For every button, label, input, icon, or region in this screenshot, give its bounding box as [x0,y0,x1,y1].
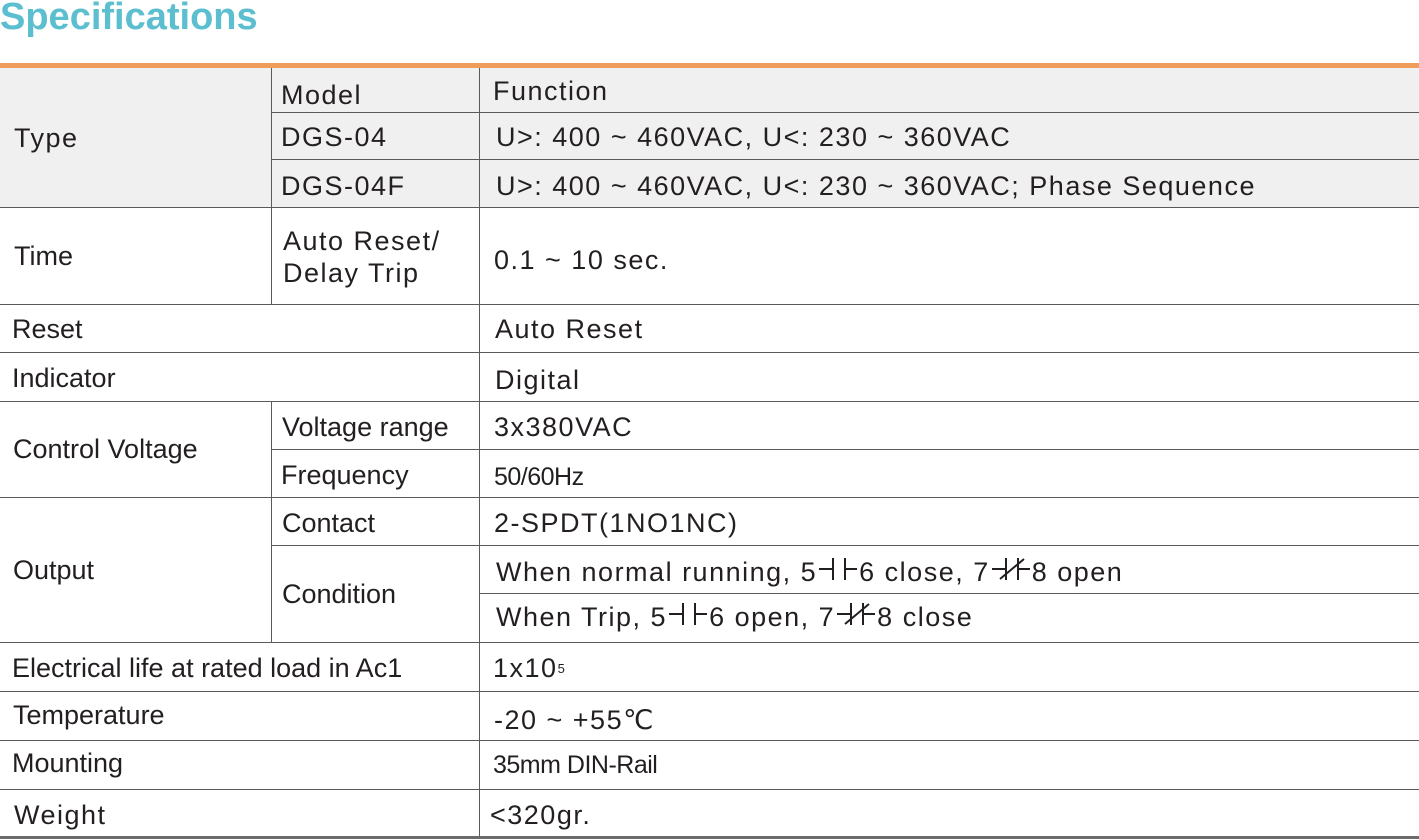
grid-line [0,789,1419,790]
indicator-value: Digital [495,364,581,395]
temperature-value: -20 ~ +55℃ [494,704,655,735]
condition-normal-suffix: 8 open [1031,556,1124,587]
condition-trip-mid: 6 open, 7 [709,601,836,632]
model-dgs-04f: DGS-04F [281,170,406,201]
contact-value: 2-SPDT(1NO1NC) [494,507,739,538]
table-bottom-rule [0,836,1419,839]
grid-line [272,159,1419,160]
grid-line [0,740,1419,741]
mounting-label: Mounting [12,747,124,778]
grid-line [0,352,1419,353]
function-dgs-04: U>: 400 ~ 460VAC, U<: 230 ~ 360VAC [496,121,1012,152]
electrical-life-label: Electrical life at rated load in Ac1 [12,652,403,683]
output-label: Output [13,554,95,585]
indicator-label: Indicator [12,362,116,393]
condition-trip-prefix: When Trip, 5 [496,601,668,632]
control-voltage-label: Control Voltage [13,433,198,464]
voltage-range-label: Voltage range [282,411,449,442]
condition-trip-suffix: 8 close [877,601,974,632]
reset-value: Auto Reset [495,313,644,344]
grid-line [272,545,1419,546]
condition-normal-running: When normal running, 5 6 close, 7 8 open [496,549,1123,595]
model-dgs-04: DGS-04 [281,121,388,152]
function-header: Function [493,75,609,106]
grid-line [271,68,272,304]
grid-line [271,401,272,642]
normally-open-contact-icon [817,555,859,590]
grid-line [0,642,1419,643]
grid-line [0,497,1419,498]
normally-closed-contact-icon [835,600,877,635]
grid-line [0,691,1419,692]
mounting-value: 35mm DIN-Rail [493,750,658,779]
grid-line [479,68,480,838]
normally-closed-contact-icon [990,555,1032,590]
time-mode-line2: Delay Trip [283,257,420,288]
condition-label: Condition [282,578,397,609]
grid-line [0,304,1419,305]
grid-line [480,593,1419,594]
condition-normal-mid: 6 close, 7 [859,556,990,587]
temperature-label: Temperature [13,699,165,730]
time-label: Time [14,240,73,271]
page-title: Specifications [0,0,258,38]
time-mode-line1: Auto Reset/ [283,225,441,256]
reset-label: Reset [12,313,83,344]
function-dgs-04f: U>: 400 ~ 460VAC, U<: 230 ~ 360VAC; Phas… [496,170,1256,201]
grid-line [272,112,1419,113]
type-label: Type [14,122,79,153]
contact-label: Contact [282,507,376,538]
electrical-life-base: 1x10 [493,652,558,683]
frequency-value: 50/60Hz [494,462,584,491]
model-header: Model [281,79,363,110]
weight-label: Weight [14,799,107,830]
grid-line [272,449,1419,450]
grid-line [0,401,1419,402]
condition-trip: When Trip, 5 6 open, 7 8 close [496,594,973,640]
electrical-life-value: 1x10 5 [493,644,565,692]
condition-normal-prefix: When normal running, 5 [496,556,818,587]
grid-line [0,207,1419,208]
frequency-label: Frequency [281,459,409,490]
normally-open-contact-icon [667,600,709,635]
electrical-life-exponent: 5 [557,660,565,676]
voltage-range-value: 3x380VAC [494,411,634,442]
time-value: 0.1 ~ 10 sec. [494,244,669,275]
weight-value: <320gr. [490,799,592,830]
